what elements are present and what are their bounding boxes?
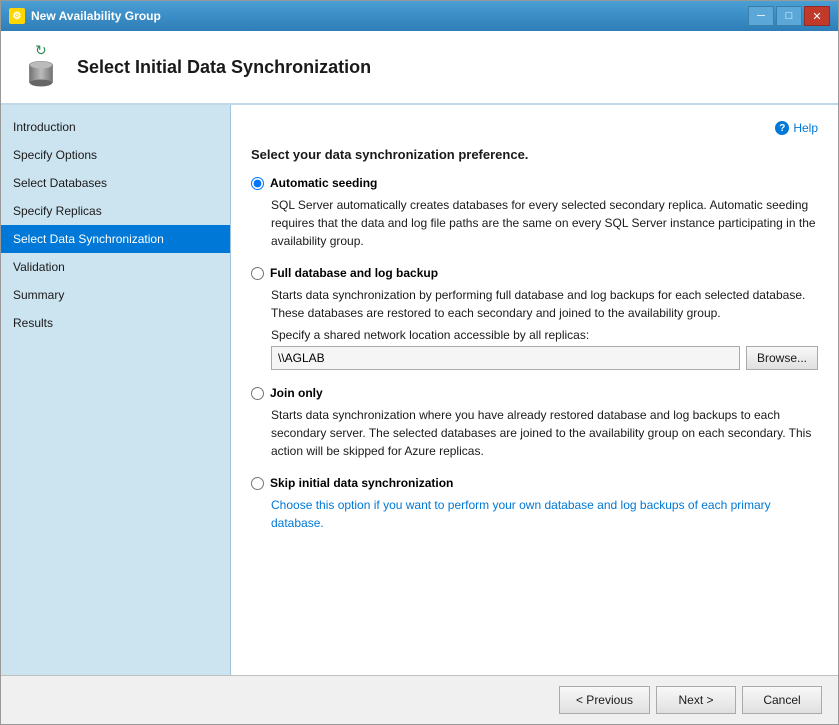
db-icon: ↻ <box>17 43 65 91</box>
help-icon: ? <box>775 121 789 135</box>
content-scroll: Select your data synchronization prefere… <box>251 147 818 659</box>
network-path-label: Specify a shared network location access… <box>271 328 818 342</box>
option-skip-sync: Skip initial data synchronization Choose… <box>251 476 818 532</box>
join-only-radio[interactable] <box>251 387 264 400</box>
sidebar-item-specify-options[interactable]: Specify Options <box>1 141 230 169</box>
help-link[interactable]: ? Help <box>251 121 818 135</box>
sidebar-item-specify-replicas[interactable]: Specify Replicas <box>1 197 230 225</box>
skip-sync-radio[interactable] <box>251 477 264 490</box>
header-area: ↻ Select Initial Data Synchronization <box>1 31 838 105</box>
window-title: New Availability Group <box>31 9 161 23</box>
option-join-only: Join only Starts data synchronization wh… <box>251 386 818 460</box>
full-backup-radio[interactable] <box>251 267 264 280</box>
next-button[interactable]: Next > <box>656 686 736 714</box>
title-bar-left: ⚙ New Availability Group <box>9 8 161 24</box>
full-backup-desc: Starts data synchronization by performin… <box>271 286 818 322</box>
previous-button[interactable]: < Previous <box>559 686 650 714</box>
content-area: ? Help Select your data synchronization … <box>231 105 838 675</box>
title-bar: ⚙ New Availability Group ─ □ ✕ <box>1 1 838 31</box>
automatic-seeding-desc: SQL Server automatically creates databas… <box>271 196 818 250</box>
automatic-seeding-radio[interactable] <box>251 177 264 190</box>
section-title: Select your data synchronization prefere… <box>251 147 818 162</box>
network-path-row: Browse... <box>271 346 818 370</box>
option-full-backup: Full database and log backup Starts data… <box>251 266 818 370</box>
sidebar-item-summary[interactable]: Summary <box>1 281 230 309</box>
cancel-button[interactable]: Cancel <box>742 686 822 714</box>
main-content: Introduction Specify Options Select Data… <box>1 105 838 675</box>
automatic-seeding-label[interactable]: Automatic seeding <box>251 176 818 190</box>
maximize-button[interactable]: □ <box>776 6 802 26</box>
footer: < Previous Next > Cancel <box>1 675 838 724</box>
network-path-input[interactable] <box>271 346 740 370</box>
minimize-button[interactable]: ─ <box>748 6 774 26</box>
sidebar-item-results[interactable]: Results <box>1 309 230 337</box>
join-only-label[interactable]: Join only <box>251 386 818 400</box>
sidebar-item-select-databases[interactable]: Select Databases <box>1 169 230 197</box>
full-backup-label[interactable]: Full database and log backup <box>251 266 818 280</box>
title-controls: ─ □ ✕ <box>748 6 830 26</box>
app-icon: ⚙ <box>9 8 25 24</box>
sidebar-item-validation[interactable]: Validation <box>1 253 230 281</box>
option-automatic-seeding: Automatic seeding SQL Server automatical… <box>251 176 818 250</box>
sidebar-item-select-data-sync[interactable]: Select Data Synchronization <box>1 225 230 253</box>
sidebar-item-introduction[interactable]: Introduction <box>1 113 230 141</box>
close-button[interactable]: ✕ <box>804 6 830 26</box>
browse-button[interactable]: Browse... <box>746 346 818 370</box>
join-only-desc: Starts data synchronization where you ha… <box>271 406 818 460</box>
main-window: ⚙ New Availability Group ─ □ ✕ ↻ <box>0 0 839 725</box>
skip-sync-label[interactable]: Skip initial data synchronization <box>251 476 818 490</box>
svg-text:↻: ↻ <box>35 43 47 58</box>
skip-sync-desc: Choose this option if you want to perfor… <box>271 496 818 532</box>
sidebar: Introduction Specify Options Select Data… <box>1 105 231 675</box>
page-title: Select Initial Data Synchronization <box>77 57 371 78</box>
